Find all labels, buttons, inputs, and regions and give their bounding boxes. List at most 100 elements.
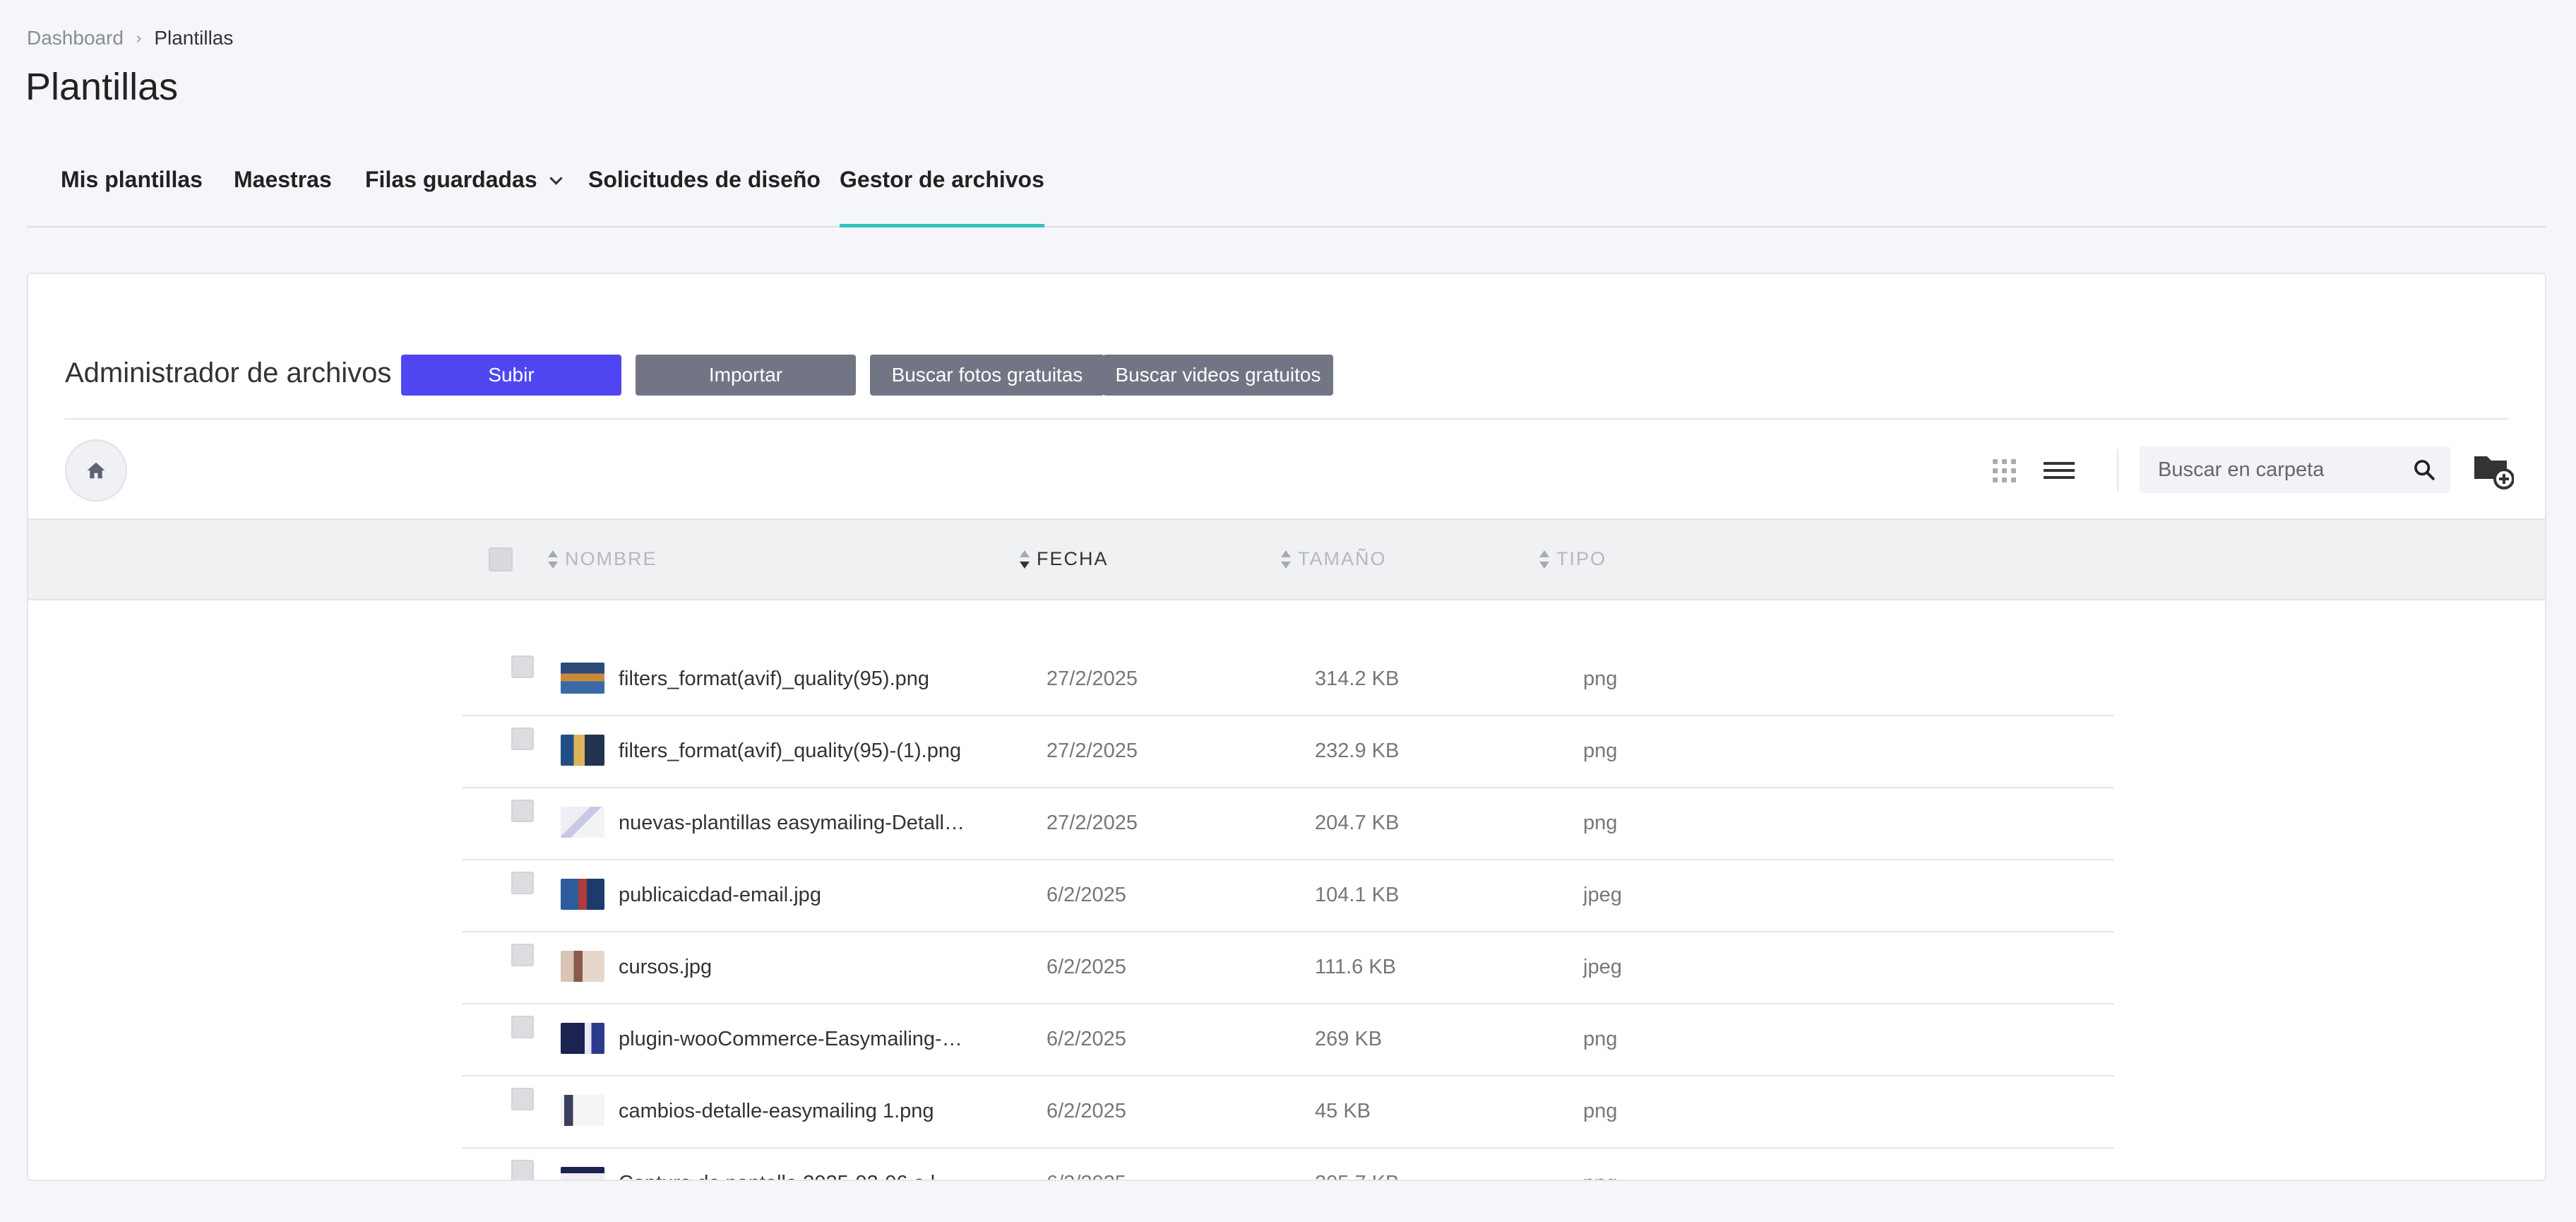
chevron-right-icon: › (136, 29, 142, 47)
home-icon (87, 462, 105, 479)
breadcrumb-current: Plantillas (154, 27, 234, 49)
search-input[interactable] (2158, 446, 2398, 493)
page-title: Plantillas (25, 66, 179, 108)
list-view-icon[interactable] (2042, 456, 2076, 485)
tab-gestor-archivos[interactable]: Gestor de archivos (840, 161, 1044, 227)
file-thumbnail (561, 663, 604, 694)
file-thumbnail (561, 1023, 604, 1054)
table-row[interactable]: cursos.jpg 6/2/2025 111.6 KB jpeg (462, 932, 2114, 1004)
column-header-label: TIPO (1556, 548, 1607, 569)
file-type: jpeg (1583, 956, 1622, 978)
column-header-name[interactable]: NOMBRE (548, 548, 657, 570)
file-size: 314.2 KB (1315, 668, 1400, 690)
file-manager-panel: Administrador de archivos Subir Importar… (27, 273, 2546, 1181)
row-checkbox[interactable] (511, 944, 534, 966)
table-row[interactable]: Captura de pantalla 2025-02-06 a las … 6… (462, 1149, 2114, 1180)
file-name[interactable]: cambios-detalle-easymailing 1.png (619, 1100, 934, 1123)
file-type: png (1583, 740, 1618, 762)
table-row[interactable]: filters_format(avif)_quality(95)-(1).png… (462, 716, 2114, 788)
divider (65, 418, 2508, 420)
row-checkbox[interactable] (511, 656, 534, 678)
tab-label: Maestras (234, 167, 332, 192)
breadcrumb-dashboard-link[interactable]: Dashboard (27, 27, 124, 49)
sort-icon (1539, 549, 1549, 570)
file-size: 45 KB (1315, 1100, 1371, 1122)
file-date: 6/2/2025 (1046, 1100, 1126, 1122)
file-name[interactable]: nuevas-plantillas easymailing-Detalle … (619, 812, 965, 835)
tab-label: Gestor de archivos (840, 167, 1044, 192)
file-name[interactable]: publicaicdad-email.jpg (619, 884, 821, 907)
column-header-date[interactable]: FECHA (1020, 548, 1109, 570)
column-header-label: NOMBRE (565, 548, 657, 569)
table-row[interactable]: nuevas-plantillas easymailing-Detalle … … (462, 788, 2114, 860)
file-type: png (1583, 1028, 1618, 1050)
free-photos-button[interactable]: Buscar fotos gratuitas (870, 355, 1104, 396)
tab-solicitudes-diseno[interactable]: Solicitudes de diseño (588, 161, 821, 226)
tab-mis-plantillas[interactable]: Mis plantillas (61, 161, 203, 226)
file-size: 232.9 KB (1315, 740, 1400, 762)
file-size: 204.7 KB (1315, 812, 1400, 834)
tab-maestras[interactable]: Maestras (234, 161, 332, 226)
column-header-label: TAMAÑO (1298, 548, 1387, 569)
file-type: png (1583, 1172, 1617, 1180)
row-checkbox[interactable] (511, 800, 534, 822)
file-date: 27/2/2025 (1046, 740, 1138, 762)
file-thumbnail (561, 1095, 604, 1126)
file-date: 6/2/2025 (1046, 884, 1126, 906)
table-row[interactable]: plugin-wooCommerce-Easymailing-D… 6/2/20… (462, 1004, 2114, 1076)
tab-bar: Mis plantillas Maestras Filas guardadas … (27, 161, 2546, 227)
sort-icon (1281, 549, 1291, 570)
row-checkbox[interactable] (511, 1160, 534, 1180)
row-checkbox[interactable] (511, 1088, 534, 1110)
breadcrumb: Dashboard › Plantillas (27, 27, 233, 49)
table-row[interactable]: publicaicdad-email.jpg 6/2/2025 104.1 KB… (462, 860, 2114, 932)
column-header-label: FECHA (1037, 548, 1109, 569)
upload-button[interactable]: Subir (401, 355, 621, 396)
file-type: png (1583, 668, 1618, 690)
file-name[interactable]: cursos.jpg (619, 956, 712, 979)
file-thumbnail (561, 807, 604, 838)
tab-label: Solicitudes de diseño (588, 167, 821, 192)
file-date: 27/2/2025 (1046, 812, 1138, 834)
file-date: 6/2/2025 (1046, 956, 1126, 978)
grid-view-icon[interactable] (1990, 456, 2018, 485)
search-box (2140, 446, 2450, 493)
search-icon[interactable] (2412, 458, 2436, 482)
tab-label: Mis plantillas (61, 167, 203, 192)
column-header-size[interactable]: TAMAÑO (1281, 548, 1387, 570)
column-header-type[interactable]: TIPO (1539, 548, 1606, 570)
toolbar-divider (2117, 449, 2118, 492)
file-thumbnail (561, 879, 604, 910)
file-thumbnail (561, 735, 604, 766)
row-checkbox[interactable] (511, 872, 534, 894)
file-thumbnail (561, 1167, 604, 1180)
file-date: 6/2/2025 (1046, 1028, 1126, 1050)
file-name[interactable]: plugin-wooCommerce-Easymailing-D… (619, 1028, 965, 1051)
file-size: 205.7 KB (1315, 1172, 1399, 1180)
tab-filas-guardadas[interactable]: Filas guardadas (365, 161, 563, 226)
import-button[interactable]: Importar (636, 355, 856, 396)
free-videos-button[interactable]: Buscar videos gratuitos (1103, 355, 1333, 396)
file-type: jpeg (1583, 884, 1622, 906)
file-type: png (1583, 1100, 1618, 1122)
chevron-down-icon (549, 172, 563, 185)
table-header: NOMBRE FECHA TAMAÑO TIPO (28, 518, 2545, 600)
select-all-checkbox[interactable] (489, 547, 513, 571)
home-folder-button[interactable] (65, 439, 127, 502)
tab-label: Filas guardadas (365, 167, 537, 192)
row-checkbox[interactable] (511, 1016, 534, 1038)
table-row[interactable]: filters_format(avif)_quality(95).png 27/… (462, 644, 2114, 716)
file-name[interactable]: filters_format(avif)_quality(95)-(1).png (619, 740, 961, 763)
file-date: 27/2/2025 (1046, 668, 1138, 690)
sort-icon (1020, 549, 1030, 570)
table-row[interactable]: cambios-detalle-easymailing 1.png 6/2/20… (462, 1076, 2114, 1149)
row-checkbox[interactable] (511, 728, 534, 750)
panel-title: Administrador de archivos (65, 357, 392, 388)
file-size: 104.1 KB (1315, 884, 1400, 906)
file-size: 111.6 KB (1315, 956, 1397, 978)
file-name[interactable]: filters_format(avif)_quality(95).png (619, 668, 929, 691)
file-size: 269 KB (1315, 1028, 1383, 1050)
new-folder-icon[interactable] (2471, 448, 2514, 490)
sort-icon (548, 549, 558, 570)
file-name[interactable]: Captura de pantalla 2025-02-06 a las … (619, 1172, 965, 1180)
